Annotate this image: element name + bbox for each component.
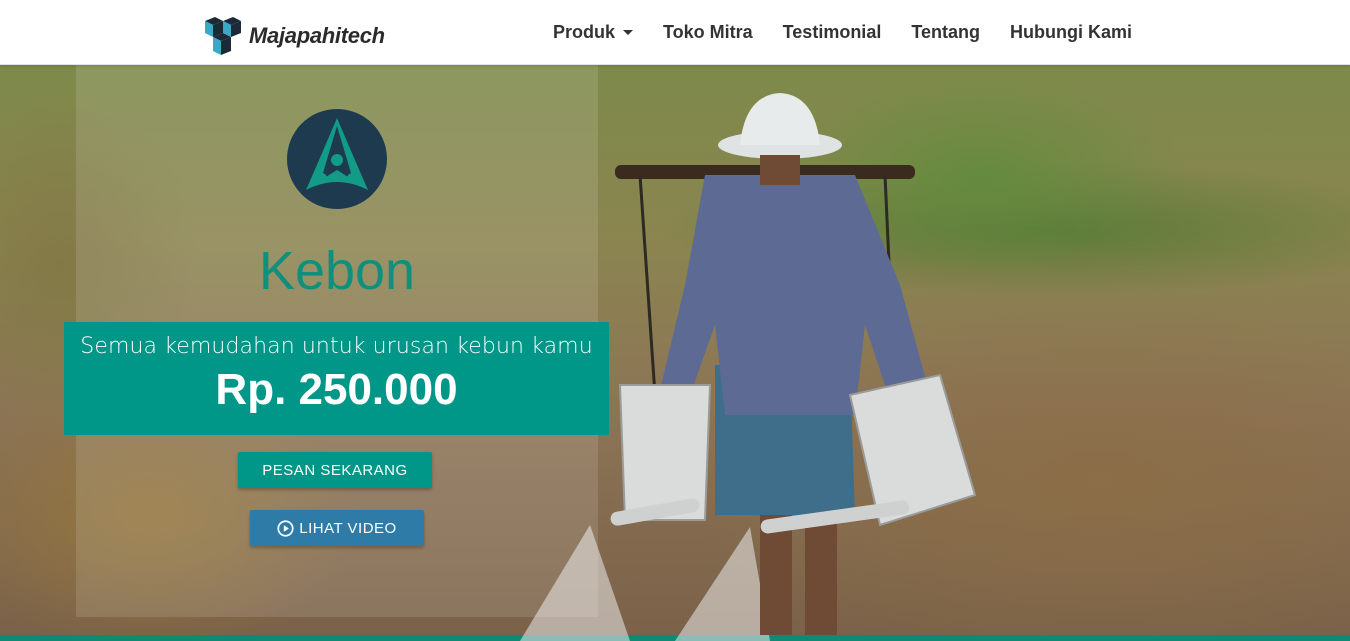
product-title: Kebon <box>258 241 416 301</box>
cube-logo-icon <box>205 17 241 55</box>
nav-item-hubungi-kami[interactable]: Hubungi Kami <box>1010 22 1132 43</box>
play-circle-icon <box>277 519 294 537</box>
nav-item-tentang[interactable]: Tentang <box>911 22 980 43</box>
nav-label: Produk <box>552 22 615 42</box>
watch-video-button[interactable]: LIHAT VIDEO <box>250 510 424 546</box>
order-now-label: PESAN SEKARANG <box>262 461 408 479</box>
nav-item-toko-mitra[interactable]: Toko Mitra <box>663 22 753 43</box>
product-tagline: Semua kemudahan untuk urusan kebun kamu <box>80 334 593 359</box>
brand[interactable]: Majapahitech <box>201 15 385 57</box>
main-nav: Produk Toko Mitra Testimonial Tentang Hu… <box>523 0 1132 65</box>
nav-item-testimonial[interactable]: Testimonial <box>783 22 882 43</box>
caret-down-icon <box>622 30 633 35</box>
product-price: Rp. 250.000 <box>215 365 458 414</box>
watch-video-label: LIHAT VIDEO <box>299 519 397 537</box>
promo-box: Semua kemudahan untuk urusan kebun kamu … <box>64 322 609 435</box>
navbar: Majapahitech Produk Toko Mitra Testimoni… <box>0 0 1350 65</box>
order-now-button[interactable]: PESAN SEKARANG <box>238 452 432 488</box>
kebon-logo-icon <box>287 109 387 209</box>
nav-item-produk[interactable]: Produk <box>553 22 633 43</box>
brand-name: Majapahitech <box>249 23 385 48</box>
